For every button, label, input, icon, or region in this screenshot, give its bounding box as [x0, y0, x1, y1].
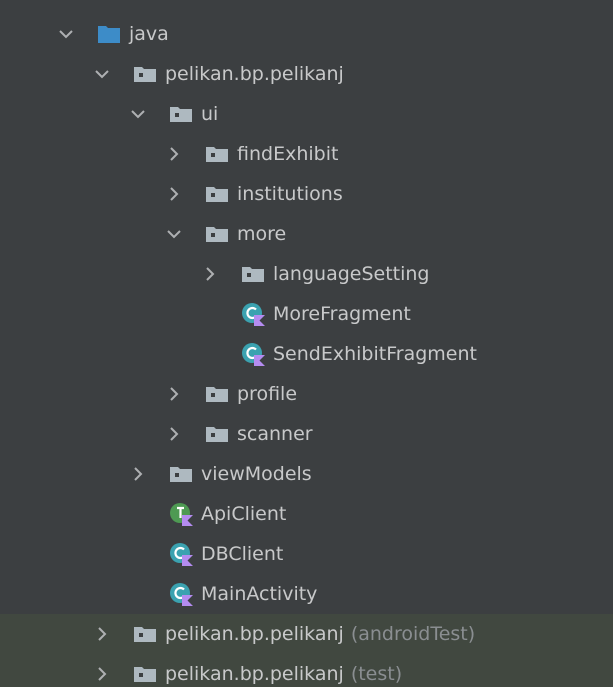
tree-node[interactable]: pelikan.bp.pelikanj — [0, 54, 613, 94]
chevron-right-icon[interactable] — [166, 426, 182, 442]
tree-node[interactable]: ApiClient — [0, 494, 613, 534]
tree-node-label: pelikan.bp.pelikanj — [165, 663, 344, 685]
tree-node-label: languageSetting — [273, 263, 430, 285]
kotlin-class-icon — [240, 301, 266, 327]
package-folder-icon — [204, 381, 230, 407]
package-folder-icon — [168, 461, 194, 487]
tree-node-label: MainActivity — [201, 583, 318, 605]
arrow-spacer — [130, 506, 146, 522]
arrow-spacer — [202, 346, 218, 362]
chevron-right-icon[interactable] — [202, 266, 218, 282]
tree-node-label: institutions — [237, 183, 343, 205]
chevron-down-icon[interactable] — [58, 26, 74, 42]
tree-node[interactable]: SendExhibitFragment — [0, 334, 613, 374]
tree-node[interactable]: pelikan.bp.pelikanj (androidTest) — [0, 614, 613, 654]
chevron-right-icon[interactable] — [166, 186, 182, 202]
package-folder-icon — [204, 221, 230, 247]
tree-node-label: pelikan.bp.pelikanj — [165, 63, 344, 85]
arrow-spacer — [130, 546, 146, 562]
folder-blue-icon — [96, 21, 122, 47]
tree-node[interactable]: profile — [0, 374, 613, 414]
tree-node[interactable]: more — [0, 214, 613, 254]
tree-node-label: viewModels — [201, 463, 312, 485]
package-folder-icon — [204, 141, 230, 167]
package-folder-icon — [240, 261, 266, 287]
tree-node-label: more — [237, 223, 287, 245]
chevron-down-icon[interactable] — [130, 106, 146, 122]
tree-node-label: SendExhibitFragment — [273, 343, 477, 365]
package-folder-icon — [204, 421, 230, 447]
kotlin-class-icon — [168, 541, 194, 567]
tree-node[interactable]: MoreFragment — [0, 294, 613, 334]
tree-node[interactable]: findExhibit — [0, 134, 613, 174]
kotlin-interface-icon — [168, 501, 194, 527]
tree-node-label: pelikan.bp.pelikanj — [165, 623, 344, 645]
source-set-suffix: (test) — [350, 663, 403, 685]
chevron-right-icon[interactable] — [130, 466, 146, 482]
package-folder-icon — [132, 61, 158, 87]
package-folder-icon — [132, 661, 158, 687]
tree-node[interactable]: viewModels — [0, 454, 613, 494]
chevron-right-icon[interactable] — [166, 146, 182, 162]
kotlin-class-icon — [168, 581, 194, 607]
project-tree: java pelikan.bp.pelikanj ui findExhibit inst… — [0, 0, 613, 687]
tree-node-label: DBClient — [201, 543, 284, 565]
tree-node-label: profile — [237, 383, 298, 405]
tree-node-label: ApiClient — [201, 503, 287, 525]
tree-node-label: MoreFragment — [273, 303, 411, 325]
tree-node[interactable]: java — [0, 14, 613, 54]
chevron-right-icon[interactable] — [94, 626, 110, 642]
arrow-spacer — [202, 306, 218, 322]
tree-node[interactable]: ui — [0, 94, 613, 134]
tree-node-label: java — [129, 23, 169, 45]
tree-node[interactable]: institutions — [0, 174, 613, 214]
chevron-down-icon[interactable] — [166, 226, 182, 242]
tree-node[interactable]: MainActivity — [0, 574, 613, 614]
package-folder-icon — [168, 101, 194, 127]
tree-node[interactable]: languageSetting — [0, 254, 613, 294]
chevron-right-icon[interactable] — [166, 386, 182, 402]
tree-node-label: findExhibit — [237, 143, 339, 165]
package-folder-icon — [204, 181, 230, 207]
package-folder-icon — [132, 621, 158, 647]
kotlin-class-icon — [240, 341, 266, 367]
chevron-down-icon[interactable] — [94, 66, 110, 82]
chevron-right-icon[interactable] — [94, 666, 110, 682]
tree-node[interactable]: DBClient — [0, 534, 613, 574]
tree-node-label: ui — [201, 103, 219, 125]
tree-node[interactable]: scanner — [0, 414, 613, 454]
tree-node-label: scanner — [237, 423, 313, 445]
source-set-suffix: (androidTest) — [350, 623, 476, 645]
arrow-spacer — [130, 586, 146, 602]
tree-node[interactable]: pelikan.bp.pelikanj (test) — [0, 654, 613, 687]
